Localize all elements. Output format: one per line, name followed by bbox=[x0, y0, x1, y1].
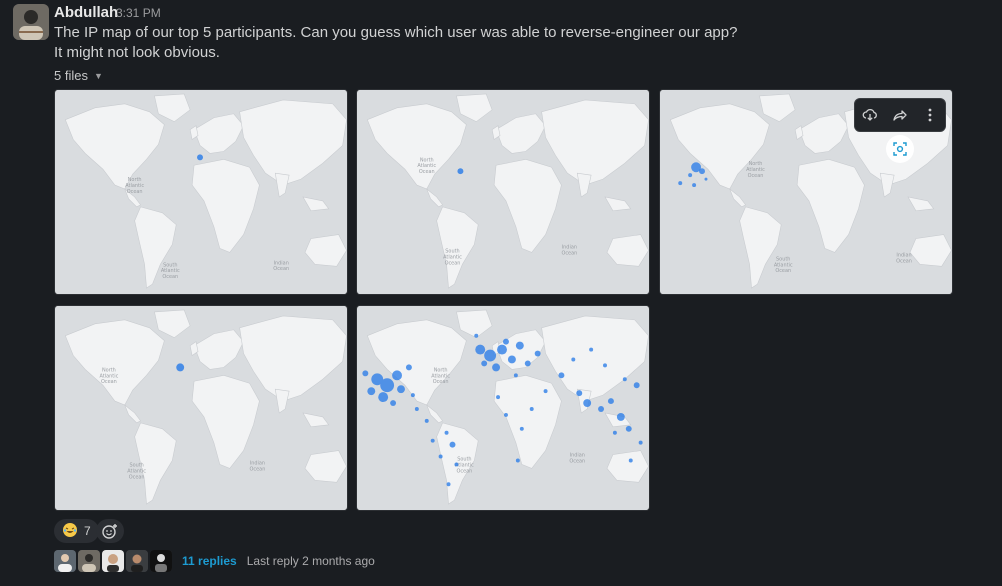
svg-text:Ocean: Ocean bbox=[569, 458, 585, 464]
thread-replies-bar[interactable]: 11 replies Last reply 2 months ago bbox=[54, 550, 375, 572]
svg-text:Ocean: Ocean bbox=[127, 189, 143, 195]
reaction-count: 7 bbox=[84, 524, 91, 538]
last-reply-time: Last reply 2 months ago bbox=[246, 554, 375, 568]
author-avatar[interactable] bbox=[13, 4, 49, 40]
svg-text:Ocean: Ocean bbox=[896, 258, 912, 264]
ip-dot bbox=[176, 363, 185, 372]
reaction-laughing[interactable]: 7 bbox=[54, 519, 99, 543]
ip-map-image-5[interactable]: North Atlantic Ocean South Atlantic Ocea… bbox=[356, 305, 650, 511]
files-toggle[interactable]: 5 files ▼ bbox=[54, 68, 103, 83]
caret-down-icon: ▼ bbox=[93, 70, 103, 81]
ip-map-image-1[interactable]: North Atlantic Ocean South Atlantic Ocea… bbox=[54, 89, 348, 295]
message-line-1: The IP map of our top 5 participants. Ca… bbox=[54, 24, 738, 41]
svg-text:Ocean: Ocean bbox=[250, 466, 266, 472]
download-cloud-icon[interactable] bbox=[859, 104, 881, 126]
replier-avatar bbox=[126, 550, 148, 572]
image-action-toolbar bbox=[854, 98, 946, 132]
zoom-focus-icon[interactable] bbox=[886, 135, 914, 163]
svg-text:Ocean: Ocean bbox=[433, 379, 449, 385]
replier-avatar bbox=[102, 550, 124, 572]
message-body: The IP map of our top 5 participants. Ca… bbox=[54, 23, 737, 63]
svg-text:Ocean: Ocean bbox=[419, 169, 435, 175]
author-name[interactable]: Abdullah bbox=[54, 4, 118, 21]
files-label: 5 files bbox=[54, 68, 88, 83]
ip-map-image-2[interactable]: North Atlantic Ocean South Atlantic Ocea… bbox=[356, 89, 650, 295]
svg-text:Ocean: Ocean bbox=[561, 250, 577, 256]
ip-dot bbox=[688, 173, 693, 178]
svg-text:Ocean: Ocean bbox=[129, 474, 145, 480]
svg-text:Ocean: Ocean bbox=[273, 266, 289, 272]
ip-dot bbox=[704, 177, 708, 181]
share-forward-icon[interactable] bbox=[889, 104, 911, 126]
svg-text:Ocean: Ocean bbox=[748, 173, 764, 179]
ip-dot bbox=[457, 168, 464, 175]
ip-map-image-4[interactable]: North Atlantic Ocean South Atlantic Ocea… bbox=[54, 305, 348, 511]
add-emoji-icon bbox=[102, 524, 117, 539]
more-options-icon[interactable] bbox=[919, 104, 941, 126]
svg-text:Ocean: Ocean bbox=[456, 468, 472, 474]
laughing-emoji-icon bbox=[62, 522, 78, 541]
ip-dot bbox=[197, 154, 203, 161]
replier-avatar bbox=[150, 550, 172, 572]
svg-text:Ocean: Ocean bbox=[775, 268, 791, 274]
ip-dot bbox=[699, 168, 705, 175]
message-line-2: It might not look obvious. bbox=[54, 44, 220, 61]
message-timestamp[interactable]: 3:31 PM bbox=[116, 6, 161, 20]
svg-text:Ocean: Ocean bbox=[101, 379, 117, 385]
ip-dot bbox=[692, 183, 697, 188]
replier-avatar bbox=[78, 550, 100, 572]
add-reaction-button[interactable] bbox=[96, 519, 124, 543]
reply-count-link[interactable]: 11 replies bbox=[182, 554, 237, 568]
svg-text:Ocean: Ocean bbox=[445, 260, 461, 266]
svg-text:Ocean: Ocean bbox=[162, 274, 178, 280]
ip-dot bbox=[678, 181, 683, 186]
replier-avatar bbox=[54, 550, 76, 572]
